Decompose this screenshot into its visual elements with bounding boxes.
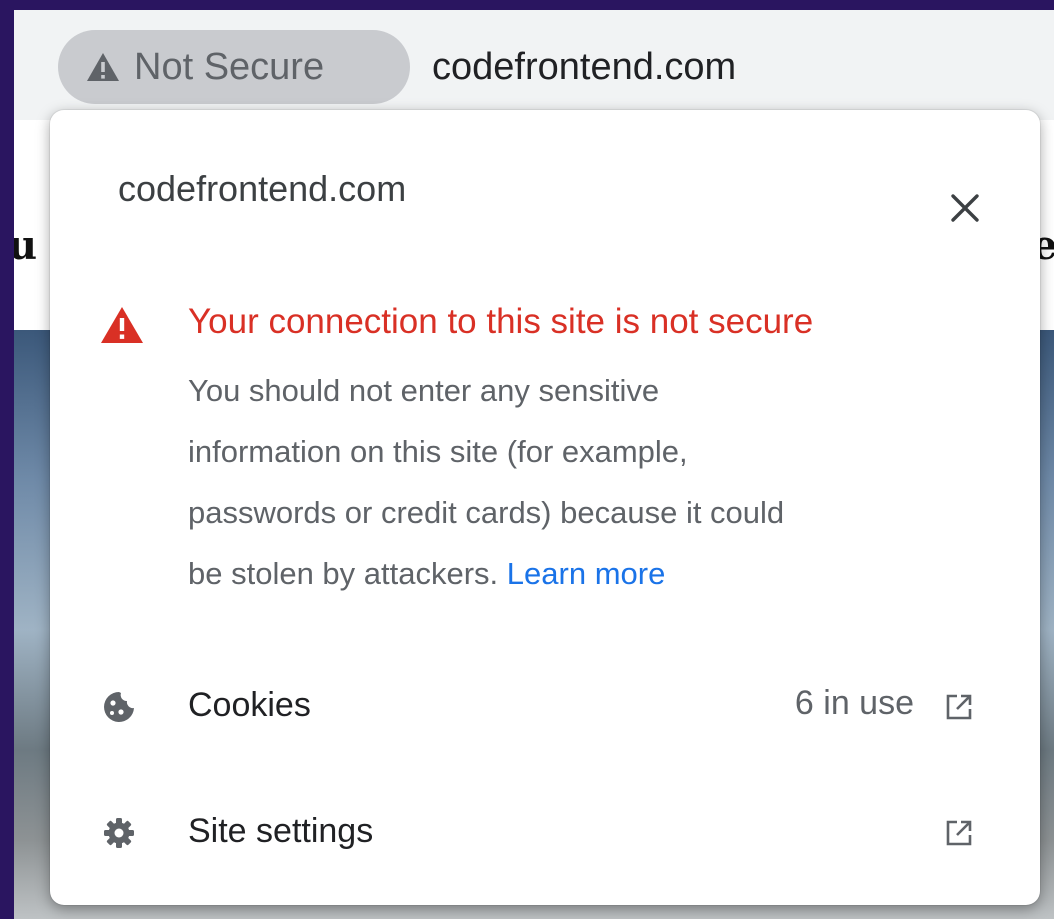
browser-window: Not Secure codefrontend.com u e codefron… (14, 10, 1054, 919)
security-chip-label: Not Secure (134, 45, 325, 88)
open-external-icon[interactable] (943, 691, 975, 723)
learn-more-link[interactable]: Learn more (507, 556, 666, 591)
warning-line: You should not enter any sensitive (188, 373, 660, 408)
gear-icon (102, 816, 136, 850)
cookies-count: 6 in use (794, 684, 914, 722)
cookies-row[interactable]: Cookies 6 in use (50, 662, 1040, 752)
warning-line: information on this site (for example, (188, 434, 688, 469)
site-settings-label: Site settings (188, 812, 374, 850)
url-text[interactable]: codefrontend.com (432, 46, 736, 89)
cookie-icon (102, 690, 136, 724)
cookies-label: Cookies (188, 686, 311, 724)
site-info-popup: codefrontend.com Your connection to this… (50, 110, 1040, 905)
page-heading-fragment-left: u (14, 222, 38, 269)
warning-line: passwords or credit cards) because it co… (188, 495, 785, 530)
close-icon[interactable] (945, 188, 985, 228)
site-settings-row[interactable]: Site settings (50, 788, 1040, 878)
warning-line: be stolen by attackers. (188, 556, 499, 591)
warning-triangle-icon (100, 306, 144, 344)
warning-triangle-icon (86, 52, 120, 82)
warning-last-line: be stolen by attackers. Learn more (188, 543, 988, 604)
address-bar: Not Secure codefrontend.com (14, 10, 1054, 120)
open-external-icon[interactable] (943, 817, 975, 849)
warning-title: Your connection to this site is not secu… (188, 302, 814, 341)
security-indicator-chip[interactable]: Not Secure (58, 30, 410, 104)
popup-site-name: codefrontend.com (118, 168, 407, 209)
warning-description: You should not enter any sensitive infor… (188, 360, 988, 604)
